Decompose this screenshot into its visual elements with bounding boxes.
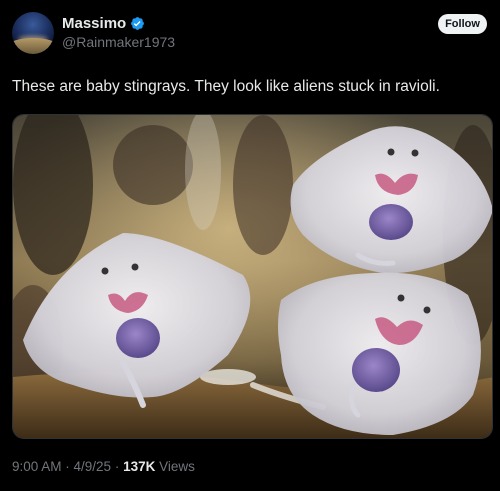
stingray-bottom-right [278, 272, 481, 435]
author-name-row: Massimo [62, 15, 145, 32]
follow-button[interactable]: Follow [438, 14, 487, 34]
author-handle[interactable]: @Rainmaker1973 [62, 34, 175, 50]
stingrays-photo [13, 115, 492, 438]
views-label: Views [155, 459, 195, 474]
post-meta: 9:00 AM · 4/9/25 · 137K Views [12, 459, 195, 474]
avatar[interactable] [12, 12, 54, 54]
views-count: 137K [123, 459, 156, 474]
meta-separator: · [111, 459, 124, 474]
meta-separator: · [61, 459, 74, 474]
post-time[interactable]: 9:00 AM [12, 459, 62, 474]
tweet: Massimo @Rainmaker1973 Follow These are … [0, 0, 500, 491]
post-date[interactable]: 4/9/25 [74, 459, 112, 474]
avatar-landscape-icon [12, 38, 54, 54]
author-display-name[interactable]: Massimo [62, 15, 126, 32]
verified-badge-icon [130, 16, 145, 31]
post-text: These are baby stingrays. They look like… [12, 78, 440, 95]
post-media-image[interactable] [12, 114, 493, 439]
